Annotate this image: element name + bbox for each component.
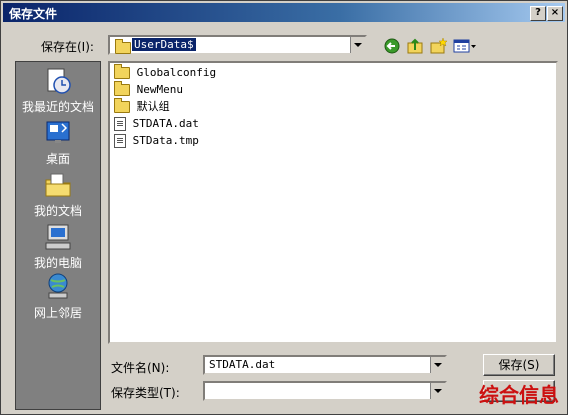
new-folder-icon[interactable] [429,37,447,55]
save-file-dialog: 保存文件 ? × 保存在(I): UserData$ 我最近的文档 桌面 我的文… [0,0,568,415]
save-in-value: UserData$ [132,38,196,51]
place-network[interactable]: 网上邻居 [16,272,100,321]
places-bar: 我最近的文档 桌面 我的文档 我的电脑 网上邻居 [15,61,101,410]
filetype-label: 保存类型(T): [111,386,180,400]
list-item[interactable]: Globalconfig [114,64,217,81]
back-icon[interactable] [383,37,401,55]
place-label: 我的文档 [33,204,82,218]
filetype-dropdown[interactable] [203,381,447,401]
chevron-down-icon[interactable] [430,357,445,373]
place-my-computer[interactable]: 我的电脑 [16,222,100,271]
place-recent-documents[interactable]: 我最近的文档 [16,66,100,115]
dialog-title: 保存文件 [9,7,58,21]
folder-icon [114,64,130,79]
my-computer-icon [45,224,71,250]
chevron-down-icon[interactable] [350,37,365,53]
network-places-icon [48,273,68,299]
item-name: 默认组 [136,100,170,113]
place-label: 我的电脑 [33,256,82,270]
help-button[interactable]: ? [530,6,546,21]
item-name: STDATA.dat [132,117,199,130]
view-menu-icon[interactable] [453,37,477,55]
place-my-documents[interactable]: 我的文档 [16,170,100,219]
file-icon [114,134,126,148]
my-documents-icon [45,173,71,197]
filename-label: 文件名(N): [111,361,170,375]
item-name: Globalconfig [136,66,217,79]
list-item[interactable]: STData.tmp [114,133,199,149]
folder-icon [115,39,131,54]
item-name: STData.tmp [132,134,199,147]
item-name: NewMenu [136,83,183,96]
title-bar[interactable]: 保存文件 ? × [3,3,565,22]
folder-icon [114,81,130,96]
up-folder-icon[interactable] [406,37,424,55]
place-desktop[interactable]: 桌面 [16,118,100,167]
chevron-down-icon[interactable] [430,383,445,399]
place-label: 桌面 [45,152,70,166]
list-item[interactable]: 默认组 [114,98,170,115]
save-in-dropdown[interactable]: UserData$ [108,35,367,55]
list-item[interactable]: STDATA.dat [114,116,199,132]
place-label: 网上邻居 [33,306,82,320]
save-button[interactable]: 保存(S) [483,354,555,376]
watermark: 综合信息 [479,383,559,407]
filename-input[interactable]: STDATA.dat [203,355,447,375]
close-button[interactable]: × [547,6,563,21]
recent-documents-icon [47,68,71,94]
list-item[interactable]: NewMenu [114,81,183,98]
file-icon [114,117,126,131]
filename-value: STDATA.dat [209,358,276,371]
file-list[interactable]: Globalconfig NewMenu 默认组 STDATA.dat STDa… [108,61,558,344]
save-in-label: 保存在(I): [41,40,94,54]
folder-icon [114,98,130,113]
place-label: 我最近的文档 [21,100,94,114]
desktop-icon [46,121,70,143]
